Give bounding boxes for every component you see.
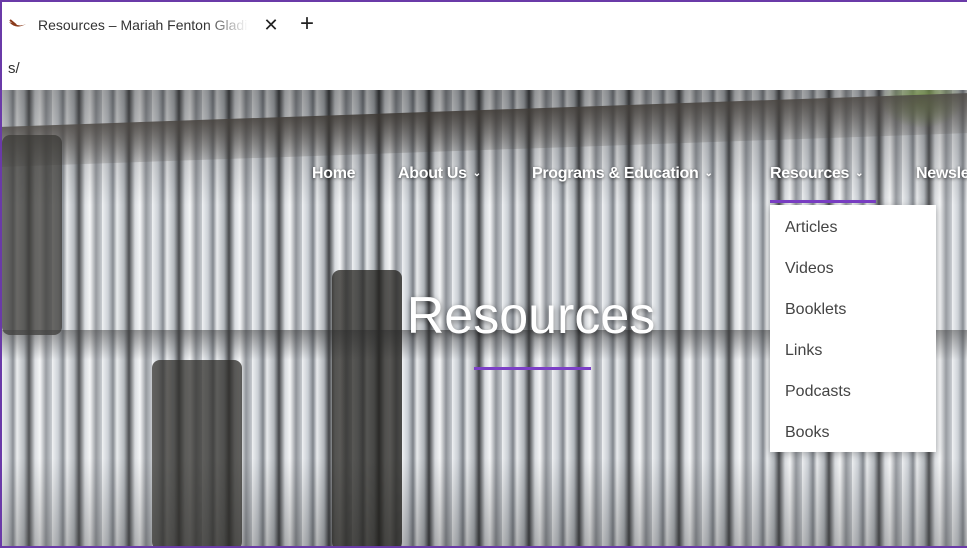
nav-item-label: Resources: [770, 165, 850, 182]
address-bar[interactable]: s/: [2, 50, 967, 90]
tab-close-icon[interactable]: ✕: [262, 15, 280, 36]
nav-item-label: Newsletter: [916, 165, 967, 182]
nav-item-home[interactable]: Home: [312, 165, 356, 183]
chevron-down-icon: ⌄: [855, 168, 864, 179]
dropdown-item-books[interactable]: Books: [785, 424, 829, 442]
resources-dropdown-menu: Articles Videos Booklets Links Podcasts …: [770, 205, 936, 452]
tab-bar: Resources – Mariah Fenton Gladis ✕ +: [2, 2, 967, 50]
hero-banner: Home About Us ⌄ Programs & Education ⌄ Res…: [2, 90, 967, 546]
bird-favicon-icon: [9, 19, 26, 27]
nav-item-programs-education[interactable]: Programs & Education ⌄: [532, 165, 713, 183]
dropdown-item-videos[interactable]: Videos: [785, 260, 834, 278]
nav-item-resources[interactable]: Resources ⌄: [770, 165, 864, 183]
new-tab-button[interactable]: +: [300, 11, 314, 37]
dropdown-item-links[interactable]: Links: [785, 342, 822, 360]
url-text: s/: [8, 60, 20, 77]
title-underline: [474, 367, 591, 370]
nav-item-label: Home: [312, 165, 356, 182]
nav-item-newsletter[interactable]: Newsletter: [916, 165, 967, 183]
browser-frame: Resources – Mariah Fenton Gladis ✕ + s/ …: [0, 0, 967, 548]
main-nav: Home About Us ⌄ Programs & Education ⌄ Res…: [2, 165, 967, 195]
active-nav-underline: [770, 200, 876, 203]
dropdown-item-podcasts[interactable]: Podcasts: [785, 383, 851, 401]
nav-item-label: Programs & Education: [532, 165, 699, 182]
dropdown-item-articles[interactable]: Articles: [785, 219, 837, 237]
nav-item-about-us[interactable]: About Us ⌄: [398, 165, 481, 183]
nav-item-label: About Us: [398, 165, 467, 182]
dropdown-item-booklets[interactable]: Booklets: [785, 301, 846, 319]
chevron-down-icon: ⌄: [472, 168, 481, 179]
tab-title: Resources – Mariah Fenton Gladis: [38, 17, 248, 33]
chevron-down-icon: ⌄: [704, 168, 713, 179]
browser-tab[interactable]: Resources – Mariah Fenton Gladis ✕: [8, 12, 280, 38]
